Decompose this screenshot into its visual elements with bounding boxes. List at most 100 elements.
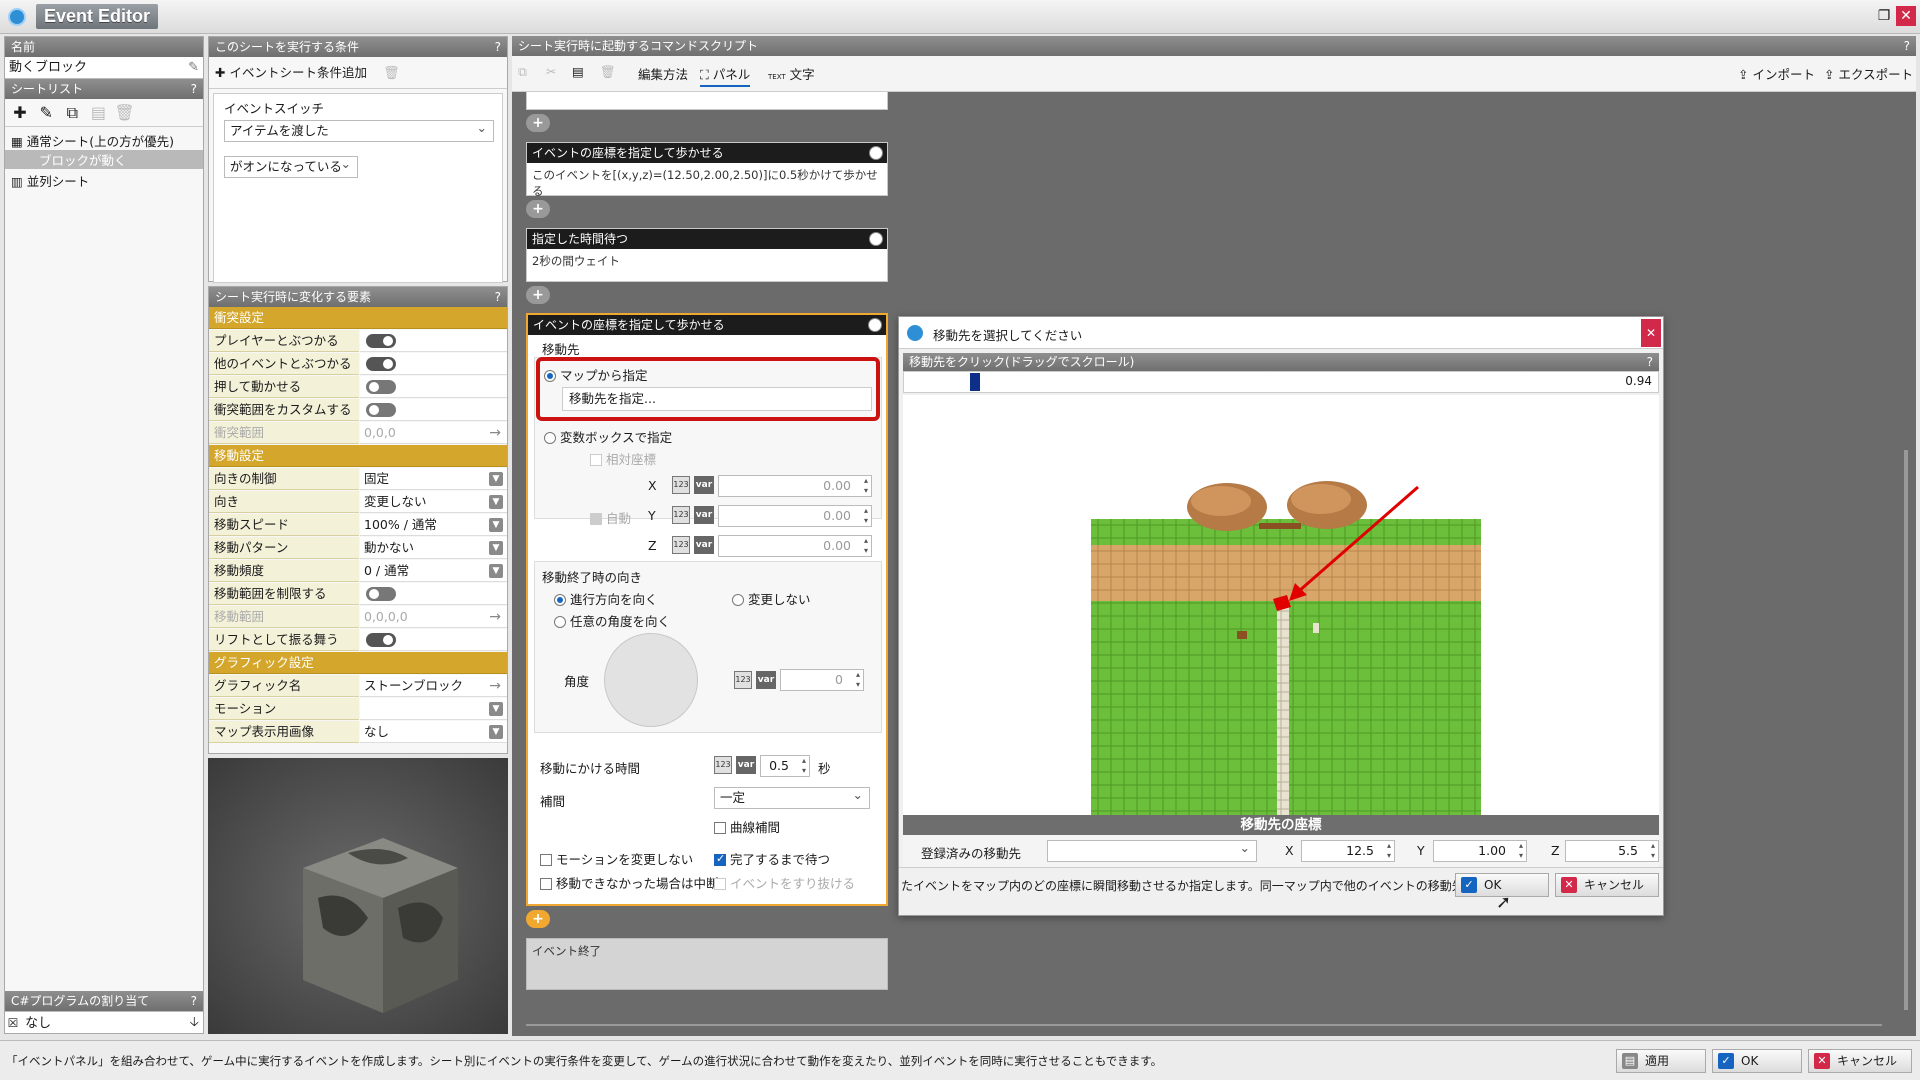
delete-icon[interactable]: 🗑 [114, 102, 136, 124]
dialog-y-input[interactable]: 1.00 [1433, 840, 1527, 862]
radio-dir-nochange[interactable]: 変更しない [732, 589, 811, 608]
cut-icon[interactable]: ✂ [546, 64, 556, 79]
help-icon[interactable]: ? [191, 79, 197, 99]
curve-checkbox[interactable]: 曲線補間 [714, 817, 780, 836]
property-row[interactable]: 移動パターン 動かない ▼ [209, 537, 507, 560]
help-icon[interactable]: ? [1647, 353, 1653, 371]
property-value[interactable]: 動かない ▼ [360, 537, 507, 559]
radio-from-variable[interactable]: 変数ボックスで指定 [544, 427, 672, 446]
pencil-icon[interactable]: ✎ [188, 57, 199, 79]
close-icon[interactable]: ✕ [1641, 319, 1661, 347]
choose-destination-button[interactable]: 移動先を指定... [562, 387, 872, 411]
angle-input[interactable]: 0 [780, 669, 864, 691]
apply-button[interactable]: ▤ 適用 [1616, 1049, 1706, 1073]
command-wait[interactable]: 指定した時間待つ 2秒の間ウェイト [526, 228, 888, 282]
horizontal-scrollbar[interactable] [526, 1024, 1882, 1026]
dropdown-arrow-icon[interactable]: ▼ [489, 702, 503, 716]
radio-dir-forward[interactable]: 進行方向を向く [554, 589, 658, 608]
dropdown-arrow-icon[interactable]: ▼ [489, 564, 503, 578]
number-icon[interactable]: 123 [672, 506, 690, 524]
property-value[interactable] [360, 629, 507, 651]
csharp-select[interactable]: ☒ なし 🡣 [5, 1011, 203, 1033]
panel-mode-button[interactable]: ⛶ パネル [700, 64, 751, 87]
property-row[interactable]: 移動頻度 0 / 通常 ▼ [209, 560, 507, 583]
radio-from-map[interactable]: マップから指定 [544, 365, 648, 384]
paste-icon[interactable]: ▤ [572, 64, 584, 79]
property-row[interactable]: 移動範囲 0,0,0,0 → [209, 606, 507, 629]
variable-icon[interactable]: var [756, 671, 776, 689]
abort-checkbox[interactable]: 移動できなかった場合は中断 [540, 873, 719, 892]
command-previous[interactable] [526, 92, 888, 110]
number-icon[interactable]: 123 [734, 671, 752, 689]
property-value[interactable] [360, 399, 507, 421]
property-value[interactable]: 固定 ▼ [360, 468, 507, 490]
x-input[interactable]: 0.00 [718, 475, 872, 497]
property-row[interactable]: 衝突範囲をカスタムする [209, 399, 507, 422]
property-value[interactable] [360, 376, 507, 398]
toggle-switch[interactable] [366, 380, 396, 394]
map-view[interactable] [903, 395, 1659, 815]
delete-icon[interactable]: 🗑 [383, 66, 400, 81]
property-row[interactable]: モーション ▼ [209, 698, 507, 721]
import-button[interactable]: ⇪ インポート [1738, 64, 1815, 83]
switch-select[interactable]: アイテムを渡した [224, 118, 494, 142]
zoom-slider-thumb[interactable] [970, 373, 980, 391]
number-icon[interactable]: 123 [672, 476, 690, 494]
arrow-right-icon[interactable]: → [489, 675, 501, 697]
arrow-right-icon[interactable]: → [489, 422, 501, 444]
number-icon[interactable]: 123 [672, 536, 690, 554]
arrow-right-icon[interactable]: → [489, 606, 501, 628]
registered-select[interactable] [1047, 838, 1257, 862]
property-row[interactable]: プレイヤーとぶつかる [209, 330, 507, 353]
variable-icon[interactable]: var [694, 536, 714, 554]
add-condition-button[interactable]: ✚ イベントシート条件追加 [215, 65, 367, 80]
property-value[interactable] [360, 583, 507, 605]
nomotion-checkbox[interactable]: モーションを変更しない [540, 849, 693, 868]
property-value[interactable]: なし ▼ [360, 721, 507, 743]
add-command-icon[interactable]: + [526, 200, 550, 218]
property-value[interactable]: 変更しない ▼ [360, 491, 507, 513]
z-input[interactable]: 0.00 [718, 535, 872, 557]
property-value[interactable] [360, 330, 507, 352]
property-row[interactable]: マップ表示用画像 なし ▼ [209, 721, 507, 744]
sheet-item-selected[interactable]: ブロックが動く [5, 150, 203, 169]
property-row[interactable]: 衝突範囲 0,0,0 → [209, 422, 507, 445]
angle-dial[interactable] [604, 633, 698, 727]
dialog-x-input[interactable]: 12.5 [1301, 840, 1395, 862]
number-icon[interactable]: 123 [714, 756, 732, 774]
variable-icon[interactable]: var [736, 756, 756, 774]
property-value[interactable]: 0 / 通常 ▼ [360, 560, 507, 582]
time-input[interactable]: 0.5 [760, 755, 810, 777]
toggle-switch[interactable] [366, 633, 396, 647]
toggle-switch[interactable] [366, 357, 396, 371]
restore-icon[interactable]: ❐ [1874, 6, 1894, 26]
dropdown-arrow-icon[interactable]: ▼ [489, 518, 503, 532]
help-icon[interactable]: ? [1904, 36, 1910, 56]
property-row[interactable]: 押して動かせる [209, 376, 507, 399]
command-walk-1[interactable]: イベントの座標を指定して歩かせる このイベントを[(x,y,z)=(12.50,… [526, 142, 888, 198]
copy-icon[interactable]: ⧉ [518, 64, 527, 80]
dialog-cancel-button[interactable]: ✕ キャンセル [1555, 873, 1659, 897]
property-row[interactable]: 移動範囲を制限する [209, 583, 507, 606]
property-value[interactable]: ストーンブロック → [360, 675, 507, 697]
command-end[interactable]: イベント終了 [526, 938, 888, 990]
property-row[interactable]: 移動スピード 100% / 通常 ▼ [209, 514, 507, 537]
property-value[interactable]: 0,0,0 → [360, 422, 507, 444]
close-icon[interactable]: ✕ [1896, 6, 1916, 26]
property-value[interactable]: 100% / 通常 ▼ [360, 514, 507, 536]
add-command-icon[interactable]: + [526, 286, 550, 304]
ok-button[interactable]: ✓ OK [1712, 1049, 1802, 1073]
paste-icon[interactable]: ▤ [87, 102, 109, 124]
sheet-item-parallel[interactable]: ▥ 並列シート [11, 171, 197, 190]
property-row[interactable]: グラフィック名 ストーンブロック → [209, 675, 507, 698]
sheet-item-normal[interactable]: ▦ 通常シート(上の方が優先) [11, 131, 197, 150]
property-row[interactable]: 向き 変更しない ▼ [209, 491, 507, 514]
copy-icon[interactable]: ⧉ [61, 102, 83, 124]
export-button[interactable]: ⇪ エクスポート [1824, 64, 1913, 83]
waitdone-checkbox[interactable]: 完了するまで待つ [714, 849, 830, 868]
state-select[interactable]: がオンになっている [224, 154, 358, 178]
add-icon[interactable]: ✚ [9, 102, 31, 124]
y-input[interactable]: 0.00 [718, 505, 872, 527]
variable-icon[interactable]: var [694, 476, 714, 494]
cancel-button[interactable]: ✕ キャンセル [1808, 1049, 1912, 1073]
